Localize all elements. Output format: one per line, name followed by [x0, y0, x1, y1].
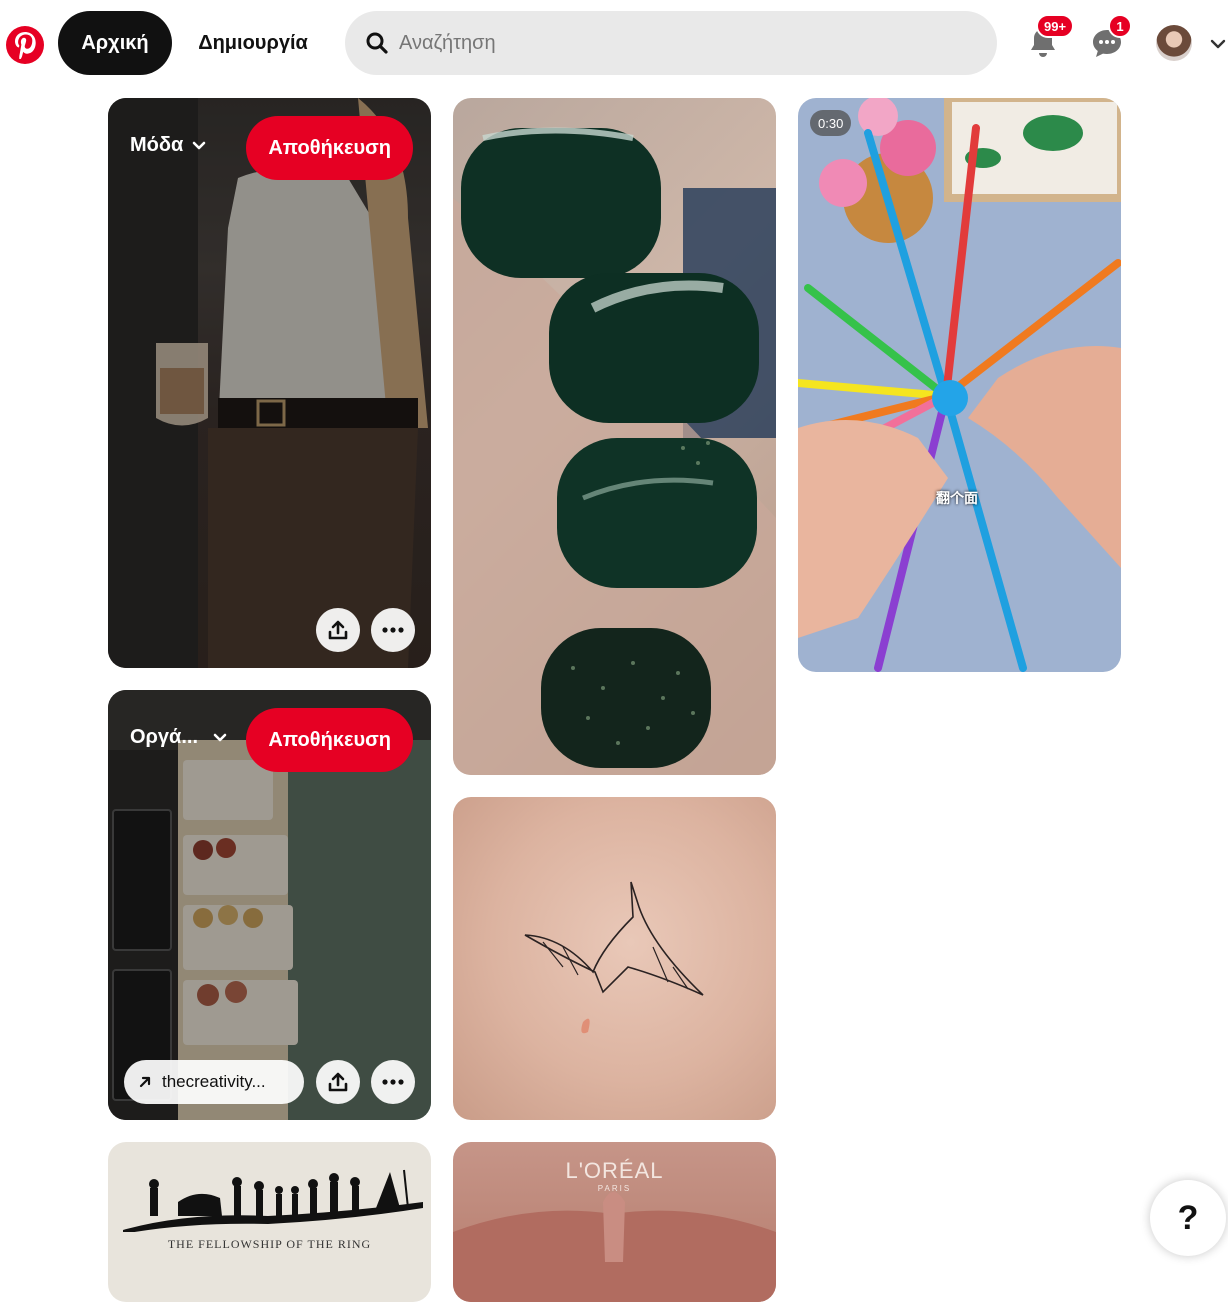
pin-card-storage[interactable]: Οργά... Αποθήκευση thecreativity...	[108, 690, 431, 1120]
brand-logo: L'ORÉAL	[565, 1158, 664, 1183]
board-selector-label: Οργά...	[130, 726, 199, 748]
pin-card-nails[interactable]	[453, 98, 776, 775]
share-button[interactable]	[316, 608, 360, 652]
pin-card-tattoo[interactable]	[453, 797, 776, 1120]
more-dots-icon	[382, 1079, 404, 1085]
messages-button[interactable]: 1	[1086, 14, 1132, 64]
more-options-button[interactable]	[371, 608, 415, 652]
share-icon	[328, 1072, 348, 1092]
arrow-up-right-icon	[139, 1076, 151, 1088]
notifications-badge: 99+	[1036, 14, 1075, 38]
pin-card-fashion[interactable]: Μόδα Αποθήκευση	[108, 98, 431, 668]
share-button[interactable]	[316, 1060, 360, 1104]
pin-image	[123, 1169, 423, 1232]
save-button[interactable]: Αποθήκευση	[246, 116, 413, 180]
source-link-chip[interactable]: thecreativity...	[124, 1060, 304, 1104]
video-duration-badge: 0:30	[810, 110, 852, 136]
video-overlay-text: 翻个面	[936, 491, 978, 507]
chevron-down-icon[interactable]	[1208, 34, 1228, 54]
chevron-down-icon	[213, 733, 227, 741]
pin-image	[453, 127, 776, 775]
pin-caption: THE FELLOWSHIP OF THE RING	[167, 1237, 372, 1251]
more-options-button[interactable]	[371, 1060, 415, 1104]
pin-hover-overlay	[108, 98, 431, 668]
chevron-down-icon	[193, 141, 206, 149]
source-link-label: thecreativity...	[162, 1072, 266, 1091]
nav-home-tab[interactable]: Αρχική	[58, 11, 172, 75]
search-icon	[366, 32, 388, 54]
board-selector[interactable]: Μόδα	[130, 134, 207, 157]
notifications-button[interactable]: 99+	[1022, 14, 1075, 64]
pin-card-craft-video[interactable]: 0:30 翻个面	[798, 98, 1121, 672]
avatar[interactable]	[1156, 25, 1192, 61]
nav-create-tab[interactable]: Δημιουργία	[182, 11, 324, 75]
search-bar[interactable]	[345, 11, 997, 75]
brand-logo-sub: PARIS	[597, 1184, 632, 1193]
pin-card-fellowship[interactable]: THE FELLOWSHIP OF THE RING	[108, 1142, 431, 1302]
pin-image	[798, 98, 1121, 672]
messages-badge: 1	[1108, 14, 1132, 38]
top-nav-bar: Αρχική Δημιουργία 99+ 1	[0, 0, 1228, 88]
share-icon	[328, 620, 348, 640]
pin-image	[524, 881, 704, 1034]
help-button[interactable]: ?	[1150, 1180, 1226, 1256]
board-selector[interactable]: Οργά...	[130, 726, 228, 749]
more-dots-icon	[382, 627, 404, 633]
save-button[interactable]: Αποθήκευση	[246, 708, 413, 772]
search-input[interactable]	[399, 31, 959, 55]
pinterest-logo-icon[interactable]	[6, 26, 44, 64]
board-selector-label: Μόδα	[130, 134, 184, 156]
pin-card-loreal[interactable]: L'ORÉAL PARIS	[453, 1142, 776, 1302]
